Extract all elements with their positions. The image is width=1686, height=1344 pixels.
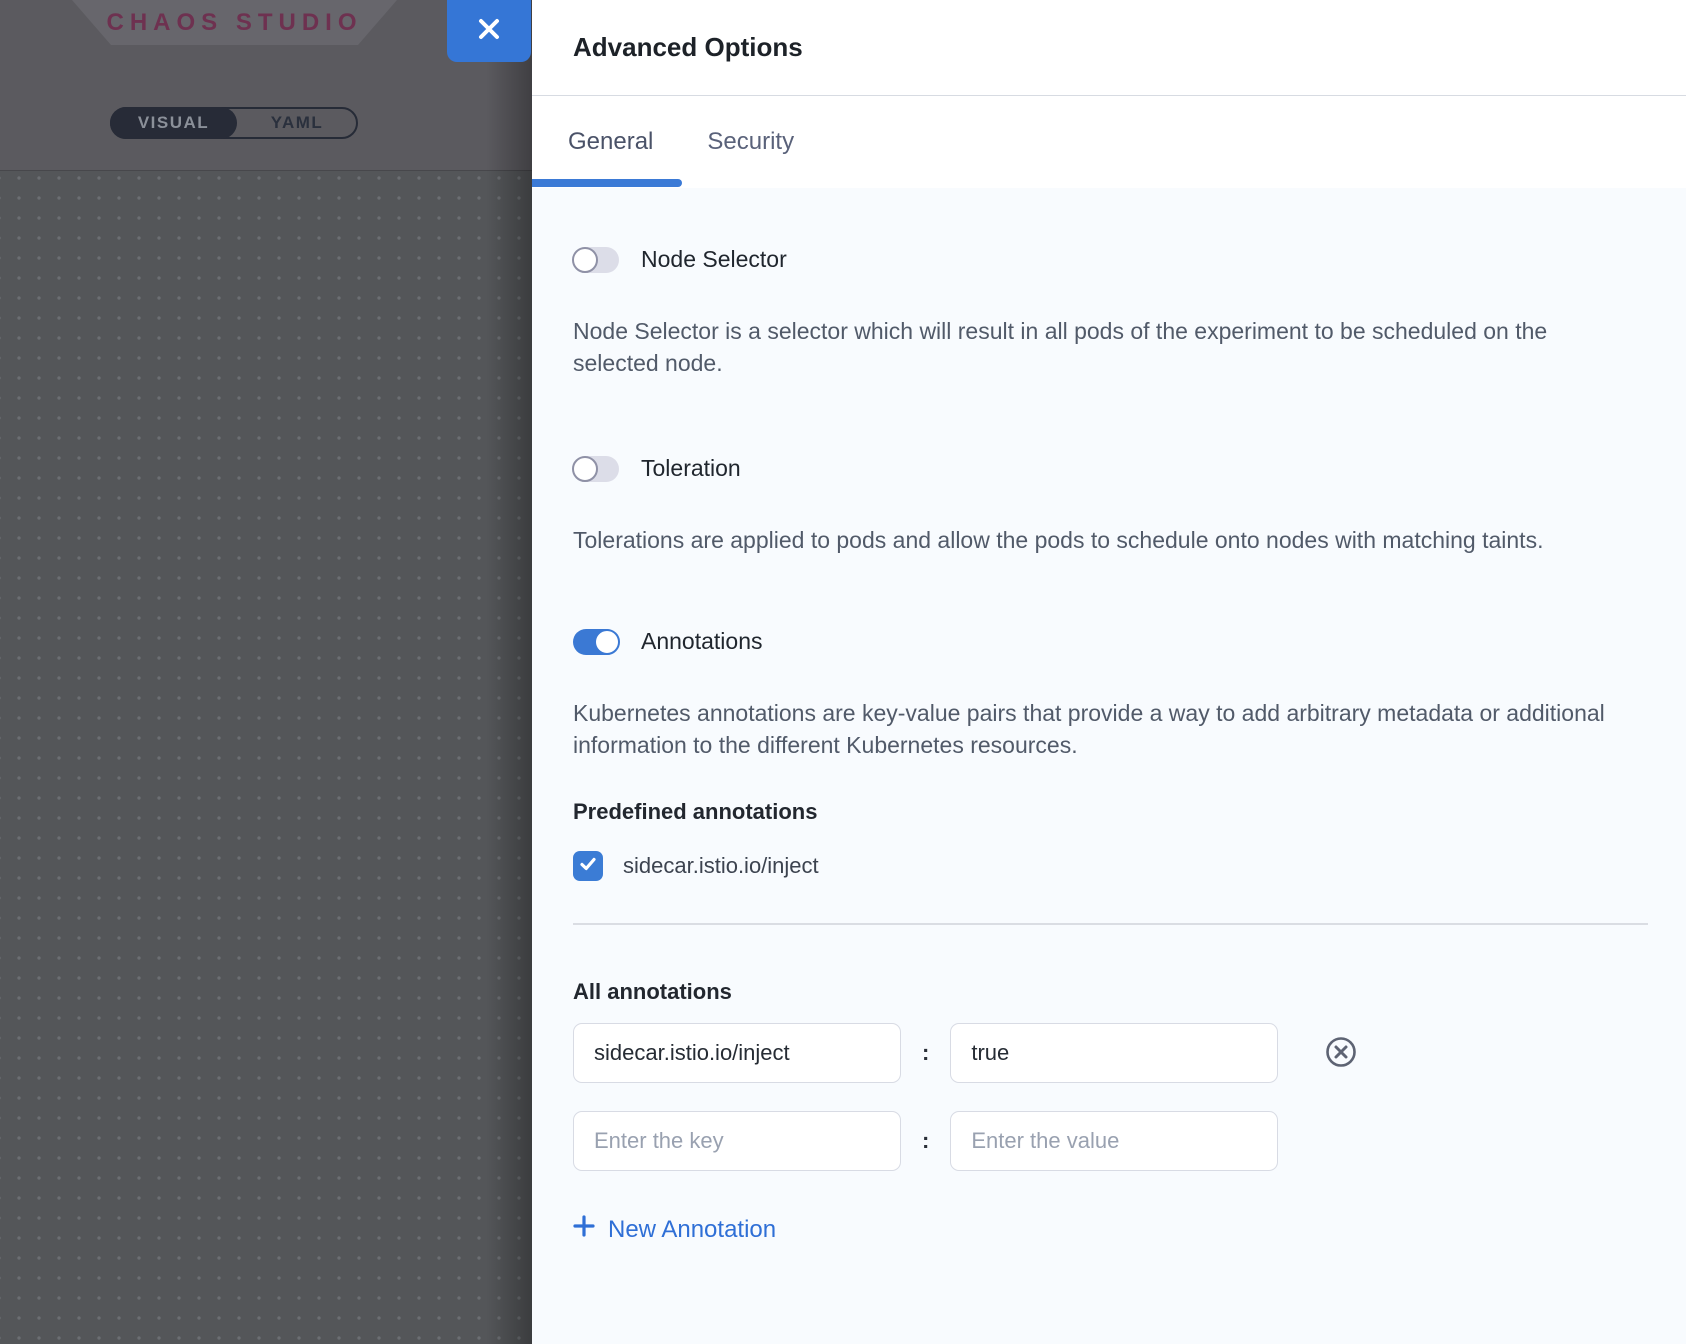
new-annotation-value-input[interactable] — [950, 1111, 1278, 1171]
drawer-shadow — [486, 0, 532, 1344]
annotations-row: Annotations — [573, 628, 1648, 655]
section-divider — [573, 923, 1648, 925]
toleration-label: Toleration — [641, 455, 741, 482]
annotation-row: : — [573, 1023, 1648, 1083]
toggle-knob — [572, 247, 598, 273]
advanced-options-drawer: Advanced Options General Security Node S… — [532, 0, 1686, 1344]
node-selector-description: Node Selector is a selector which will r… — [573, 315, 1618, 379]
annotations-toggle[interactable] — [573, 629, 619, 655]
remove-annotation-button[interactable] — [1324, 1036, 1358, 1070]
visual-toggle-option[interactable]: VISUAL — [110, 107, 237, 139]
general-tab-content: Node Selector Node Selector is a selecto… — [532, 188, 1686, 1344]
annotation-key-input[interactable] — [573, 1023, 901, 1083]
predefined-annotations-heading: Predefined annotations — [573, 799, 1648, 825]
key-value-separator: : — [922, 1040, 929, 1066]
toleration-description: Tolerations are applied to pods and allo… — [573, 524, 1618, 556]
active-tab-indicator — [532, 179, 682, 187]
new-annotation-key-input[interactable] — [573, 1111, 901, 1171]
studio-brand-banner: CHAOS STUDIO — [72, 0, 397, 45]
key-value-separator: : — [922, 1128, 929, 1154]
toggle-knob — [572, 456, 598, 482]
sidecar-inject-checkbox-label: sidecar.istio.io/inject — [623, 853, 819, 879]
studio-brand-title: CHAOS STUDIO — [106, 9, 362, 37]
drawer-title: Advanced Options — [573, 32, 803, 63]
predefined-annotation-item: sidecar.istio.io/inject — [573, 851, 1648, 881]
yaml-toggle-option[interactable]: YAML — [238, 109, 356, 137]
visual-yaml-toggle[interactable]: VISUAL YAML — [110, 107, 358, 139]
new-annotation-button[interactable]: New Annotation — [573, 1215, 776, 1244]
checkmark-icon — [578, 854, 598, 879]
close-icon — [476, 16, 502, 47]
chaos-studio-background: CHAOS STUDIO VISUAL YAML — [0, 0, 532, 1344]
toggle-knob — [594, 629, 620, 655]
tab-general[interactable]: General — [568, 128, 653, 156]
plus-icon — [573, 1215, 595, 1244]
toleration-toggle[interactable] — [573, 456, 619, 482]
circle-x-icon — [1324, 1035, 1358, 1072]
annotation-value-input[interactable] — [950, 1023, 1278, 1083]
drawer-header: Advanced Options — [532, 0, 1686, 96]
toleration-row: Toleration — [573, 455, 1648, 482]
experiment-canvas — [0, 171, 532, 1344]
new-annotation-label: New Annotation — [608, 1216, 776, 1244]
annotations-label: Annotations — [641, 628, 762, 655]
all-annotations-heading: All annotations — [573, 979, 1648, 1005]
sidecar-inject-checkbox[interactable] — [573, 851, 603, 881]
tab-security[interactable]: Security — [707, 128, 794, 156]
node-selector-toggle[interactable] — [573, 247, 619, 273]
close-drawer-button[interactable] — [447, 0, 531, 62]
node-selector-row: Node Selector — [573, 246, 1648, 273]
annotations-description: Kubernetes annotations are key-value pai… — [573, 697, 1618, 761]
annotation-row-empty: : — [573, 1111, 1648, 1171]
node-selector-label: Node Selector — [641, 246, 787, 273]
drawer-tabs: General Security — [532, 96, 1686, 187]
